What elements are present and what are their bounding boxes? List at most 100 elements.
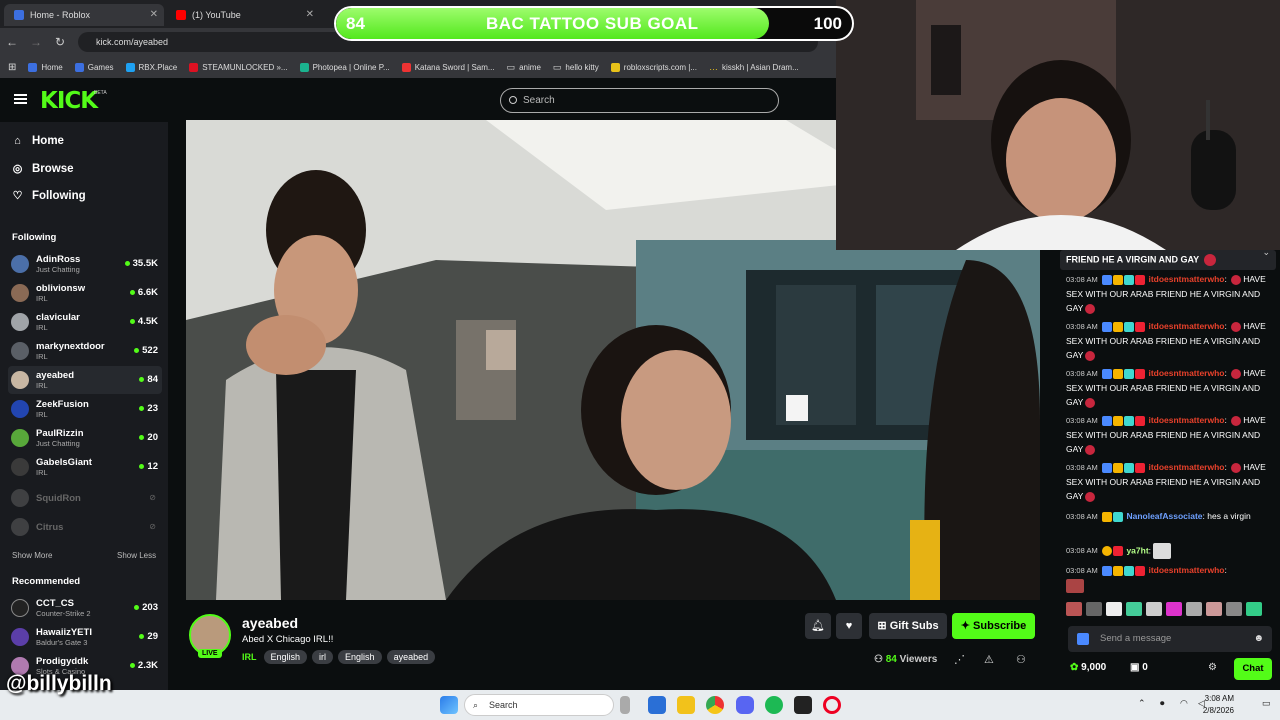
close-icon[interactable]: ✕	[306, 4, 314, 26]
chevron-up-icon[interactable]: ⌃	[1138, 698, 1146, 709]
viewer-count: 23	[139, 403, 158, 414]
taskbar-search[interactable]: ⌕ Search	[464, 694, 614, 716]
bookmark[interactable]: STEAMUNLOCKED »...	[189, 62, 288, 72]
user-plus-icon[interactable]: ⚇	[1016, 653, 1026, 666]
emote-icon[interactable]	[1086, 602, 1102, 616]
channel-item[interactable]: PaulRizzin Just Chatting 20	[8, 424, 162, 452]
channel-item[interactable]: clavicular IRL 4.5K	[8, 308, 162, 336]
emoji-icon[interactable]: ☻	[1253, 626, 1264, 652]
bookmark[interactable]: Katana Sword | Sam...	[401, 62, 495, 72]
emote-icon[interactable]	[1246, 602, 1262, 616]
opera-icon[interactable]	[823, 696, 841, 714]
close-icon[interactable]: ✕	[150, 4, 158, 26]
apps-icon[interactable]: ⊞	[8, 62, 16, 73]
microphone-icon[interactable]: ⏺	[1160, 698, 1165, 709]
app-icon[interactable]	[794, 696, 812, 714]
task-view-icon[interactable]	[648, 696, 666, 714]
subscribe-button[interactable]: ✦ Subscribe	[952, 613, 1035, 639]
spotify-icon[interactable]	[765, 696, 783, 714]
emote-icon[interactable]	[1166, 602, 1182, 616]
bookmark[interactable]: RBX.Place	[125, 62, 177, 72]
chrome-icon[interactable]	[706, 696, 724, 714]
message-user[interactable]: itdoesntmatterwho	[1148, 415, 1224, 425]
sub-count[interactable]: ▣ 0	[1130, 662, 1148, 673]
show-less-link[interactable]: Show Less	[117, 551, 156, 560]
chevron-down-icon[interactable]: ⌄	[1262, 250, 1270, 258]
channel-item[interactable]: GabelsGiant IRL 12	[8, 453, 162, 481]
bookmark[interactable]: ▭ anime	[507, 62, 541, 73]
nav-browse[interactable]: ◎ Browse	[12, 162, 74, 176]
channel-name: ZeekFusion	[36, 398, 89, 410]
file-explorer-icon[interactable]	[677, 696, 695, 714]
channel-item[interactable]: markynextdoor IRL 522	[8, 337, 162, 365]
emote-icon[interactable]	[1206, 602, 1222, 616]
viewer-count: 12	[139, 461, 158, 472]
tag[interactable]: English	[338, 650, 382, 664]
message-user[interactable]: NanoleafAssociate	[1126, 511, 1202, 521]
show-more-link[interactable]: Show More	[12, 551, 52, 560]
bookmark[interactable]: Games	[74, 62, 114, 72]
emote-icon[interactable]	[1146, 602, 1162, 616]
forward-icon[interactable]: →	[24, 35, 48, 49]
message-user[interactable]: itdoesntmatterwho	[1148, 368, 1224, 378]
message-user[interactable]: itdoesntmatterwho	[1148, 274, 1224, 284]
search-input[interactable]: Search	[500, 88, 779, 113]
message-user[interactable]: ya7ht	[1126, 545, 1148, 555]
notification-bell-button[interactable]: 🔔︎	[805, 613, 831, 639]
nav-following[interactable]: ♡ Following	[12, 189, 86, 203]
robloxscripts-icon	[610, 62, 620, 72]
message-time: 03:08 AM	[1066, 512, 1098, 521]
clock[interactable]: 3:08 AM 2/8/2026	[1203, 693, 1234, 717]
tag[interactable]: ayeabed	[386, 650, 436, 664]
tab-youtube[interactable]: (1) YouTube ✕	[166, 4, 320, 26]
crown-icon	[1102, 511, 1113, 522]
bookmark[interactable]: ▭ hello kitty	[553, 62, 599, 73]
gift-badge-icon	[1135, 565, 1146, 576]
emote-icon[interactable]	[1106, 602, 1122, 616]
channel-item-offline[interactable]: SquidRon ⊘	[8, 484, 162, 512]
chat-send-button[interactable]: Chat	[1234, 658, 1272, 680]
message-user[interactable]: itdoesntmatterwho	[1148, 462, 1224, 472]
gear-icon[interactable]: ⚙	[1208, 662, 1217, 673]
bookmark[interactable]: Home	[28, 62, 63, 72]
bookmark[interactable]: … kisskh | Asian Dram...	[709, 62, 799, 72]
streamer-name[interactable]: ayeabed	[242, 615, 298, 631]
bookmark[interactable]: robloxscripts.com |...	[610, 62, 697, 72]
menu-icon[interactable]	[14, 94, 27, 104]
channel-points[interactable]: ✿ 9,000	[1070, 662, 1106, 673]
follow-button[interactable]: ♥	[836, 613, 862, 639]
back-icon[interactable]: ←	[0, 35, 24, 49]
emote-icon[interactable]	[1186, 602, 1202, 616]
channel-item[interactable]: HawaiizYETI Baldur's Gate 3 29	[8, 623, 162, 651]
emote-icon[interactable]	[1126, 602, 1142, 616]
notification-icon[interactable]: ▭	[1262, 698, 1271, 709]
share-icon[interactable]: ⋰	[954, 653, 965, 666]
wifi-icon[interactable]: ◠	[1180, 698, 1188, 709]
nav-home[interactable]: ⌂ Home	[12, 135, 64, 147]
channel-item[interactable]: AdinRoss Just Chatting 35.5K	[8, 250, 162, 278]
chat-input[interactable]: Send a message ☻	[1068, 626, 1272, 652]
emote-icon[interactable]	[1066, 602, 1082, 616]
stream-category[interactable]: IRL	[242, 652, 257, 662]
tab-roblox[interactable]: Home - Roblox ✕	[4, 4, 164, 26]
reload-icon[interactable]: ↻	[48, 35, 72, 49]
channel-name: markynextdoor	[36, 340, 105, 352]
channel-item-active[interactable]: ayeabed IRL 84	[8, 366, 162, 394]
tag[interactable]: irl	[312, 650, 334, 664]
message-user[interactable]: itdoesntmatterwho	[1148, 321, 1224, 331]
discord-icon[interactable]	[736, 696, 754, 714]
channel-item[interactable]: oblivionsw IRL 6.6K	[8, 279, 162, 307]
emote-icon[interactable]	[1226, 602, 1242, 616]
gift-badge-icon	[1113, 546, 1124, 556]
report-icon[interactable]: ⚠	[984, 653, 994, 666]
bookmark[interactable]: Photopea | Online P...	[299, 62, 390, 72]
channel-item[interactable]: ZeekFusion IRL 23	[8, 395, 162, 423]
message-user[interactable]: itdoesntmatterwho	[1148, 565, 1224, 575]
windows-start-icon[interactable]	[440, 696, 458, 714]
gift-subs-button[interactable]: ⊞ Gift Subs	[869, 613, 947, 639]
tag[interactable]: English	[263, 650, 308, 664]
widgets-icon[interactable]	[620, 696, 630, 714]
channel-item-offline[interactable]: Citrus ⊘	[8, 513, 162, 541]
kick-logo[interactable]: KICK	[40, 88, 98, 114]
channel-item[interactable]: CCT_CS Counter-Strike 2 203	[8, 594, 162, 622]
